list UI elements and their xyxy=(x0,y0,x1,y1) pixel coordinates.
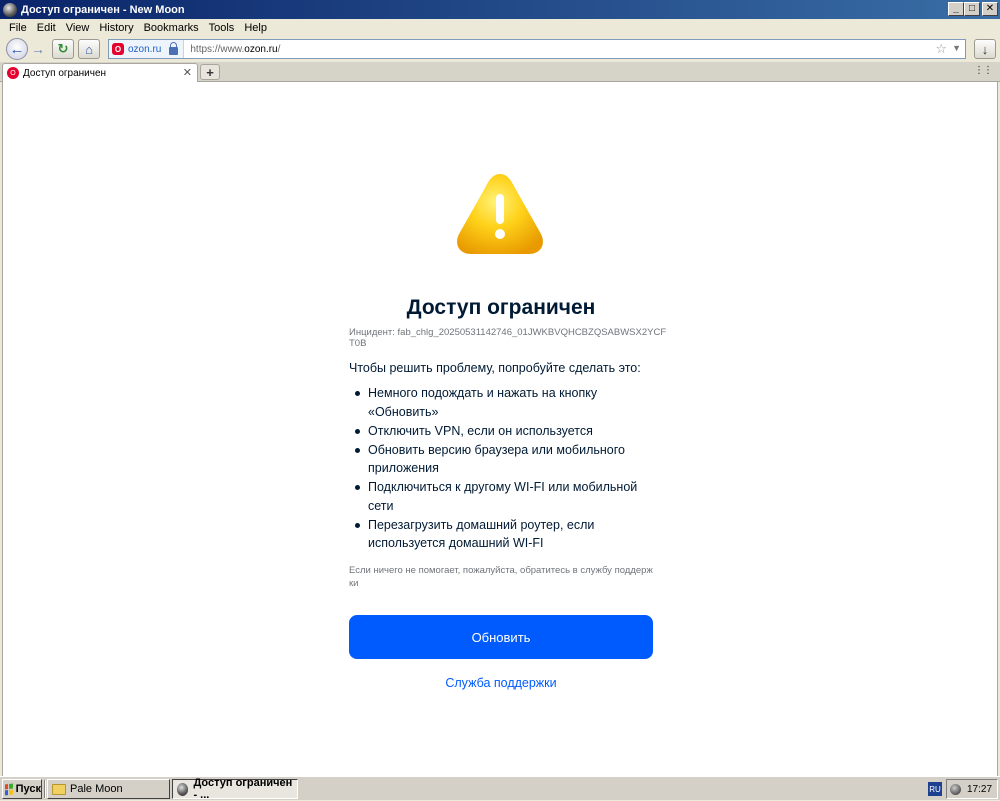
language-indicator[interactable]: RU xyxy=(928,782,942,796)
start-label: Пуск xyxy=(15,783,41,795)
incident-id: Инцидент: fab_chlg_20250531142746_01JWKB… xyxy=(349,327,667,349)
bookmark-star-icon[interactable]: ☆ xyxy=(935,41,947,57)
window-titlebar: Доступ ограничен - New Moon _ □ ✕ xyxy=(0,0,1000,19)
close-button[interactable]: ✕ xyxy=(982,2,998,16)
windows-logo-icon xyxy=(5,783,13,795)
clock: 17:27 xyxy=(967,783,993,795)
list-item: Обновить версию браузера или мобильного … xyxy=(349,441,653,478)
list-item: Немного подождать и нажать на кнопку «Об… xyxy=(349,384,653,421)
reload-button[interactable]: ↻ xyxy=(52,39,74,59)
forward-arrow-icon: → xyxy=(31,41,45,57)
menu-history[interactable]: History xyxy=(94,22,138,34)
task-label: Доступ ограничен - ... xyxy=(193,777,293,801)
intro-text: Чтобы решить проблему, попробуйте сделат… xyxy=(349,361,641,375)
menu-edit[interactable]: Edit xyxy=(32,22,61,34)
window-title: Доступ ограничен - New Moon xyxy=(21,3,185,16)
taskbar-item-browser[interactable]: Доступ ограничен - ... xyxy=(172,777,298,801)
new-moon-icon xyxy=(177,782,189,796)
menu-view[interactable]: View xyxy=(61,22,95,34)
taskbar: Пуск Pale Moon Доступ ограничен - ... RU… xyxy=(0,776,1000,801)
tab-list-icon[interactable]: ⋮⋮ xyxy=(974,65,993,76)
site-identity-button[interactable]: O ozon.ru xyxy=(109,40,185,58)
tab-close-icon[interactable]: ✕ xyxy=(183,66,192,79)
site-identity-label: ozon.ru xyxy=(128,43,162,55)
url-suffix: / xyxy=(277,43,281,55)
forward-button[interactable]: → xyxy=(30,41,46,57)
tray-app-icon[interactable] xyxy=(950,783,961,795)
task-label: Pale Moon xyxy=(70,783,123,795)
folder-icon xyxy=(52,783,66,795)
url-prefix: https://www. xyxy=(190,43,245,55)
list-item: Подключиться к другому WI-FI или мобильн… xyxy=(349,478,653,515)
warning-icon xyxy=(451,168,549,258)
tab-dostup-ogranichen[interactable]: O Доступ ограничен ✕ xyxy=(2,63,198,82)
url-host: ozon.ru xyxy=(244,43,278,55)
minimize-button[interactable]: _ xyxy=(948,2,964,16)
page-title: Доступ ограничен xyxy=(406,296,596,319)
menu-help[interactable]: Help xyxy=(239,22,272,34)
page-content: Доступ ограничен Инцидент: fab_chlg_2025… xyxy=(2,82,998,776)
list-item: Отключить VPN, если он используется xyxy=(349,422,653,441)
lock-icon xyxy=(169,42,179,55)
address-bar[interactable]: O ozon.ru https://www.ozon.ru/ ☆ ▼ xyxy=(108,39,966,59)
support-note: Если ничего не помогает, пожалуйста, обр… xyxy=(349,565,653,589)
new-moon-icon xyxy=(3,2,17,17)
list-item: Перезагрузить домашний роутер, если испо… xyxy=(349,516,653,553)
window-controls: _ □ ✕ xyxy=(948,2,998,16)
home-button[interactable]: ⌂ xyxy=(78,39,100,59)
downloads-button[interactable]: ↓ xyxy=(974,39,996,59)
tips-list: Немного подождать и нажать на кнопку «Об… xyxy=(349,384,653,553)
url-dropdown-icon[interactable]: ▼ xyxy=(952,43,961,53)
url-text[interactable]: https://www.ozon.ru/ xyxy=(190,44,280,55)
system-tray: 17:27 xyxy=(946,779,998,799)
navigation-toolbar: ← → ↻ ⌂ O ozon.ru https://www.ozon.ru/ ☆… xyxy=(0,36,1000,62)
reload-icon: ↻ xyxy=(57,41,69,56)
taskbar-separator xyxy=(44,780,46,798)
back-arrow-icon: ← xyxy=(9,40,25,58)
ozon-tab-icon: O xyxy=(7,67,19,79)
back-button[interactable]: ← xyxy=(6,38,28,60)
refresh-button[interactable]: Обновить xyxy=(349,615,653,659)
support-link[interactable]: Служба поддержки xyxy=(349,676,653,690)
start-button[interactable]: Пуск xyxy=(2,779,42,799)
menu-file[interactable]: File xyxy=(4,22,32,34)
menu-tools[interactable]: Tools xyxy=(204,22,240,34)
home-icon: ⌂ xyxy=(85,41,93,57)
download-arrow-icon: ↓ xyxy=(981,41,989,57)
maximize-button[interactable]: □ xyxy=(964,2,980,16)
new-tab-button[interactable]: + xyxy=(200,64,220,80)
tab-bar: O Доступ ограничен ✕ + ⋮⋮ xyxy=(0,62,1000,82)
menu-bar: File Edit View History Bookmarks Tools H… xyxy=(0,19,1000,36)
tab-title: Доступ ограничен xyxy=(23,67,107,79)
ozon-favicon-icon: O xyxy=(112,43,124,55)
taskbar-item-pale-moon[interactable]: Pale Moon xyxy=(47,779,170,799)
menu-bookmarks[interactable]: Bookmarks xyxy=(139,22,204,34)
